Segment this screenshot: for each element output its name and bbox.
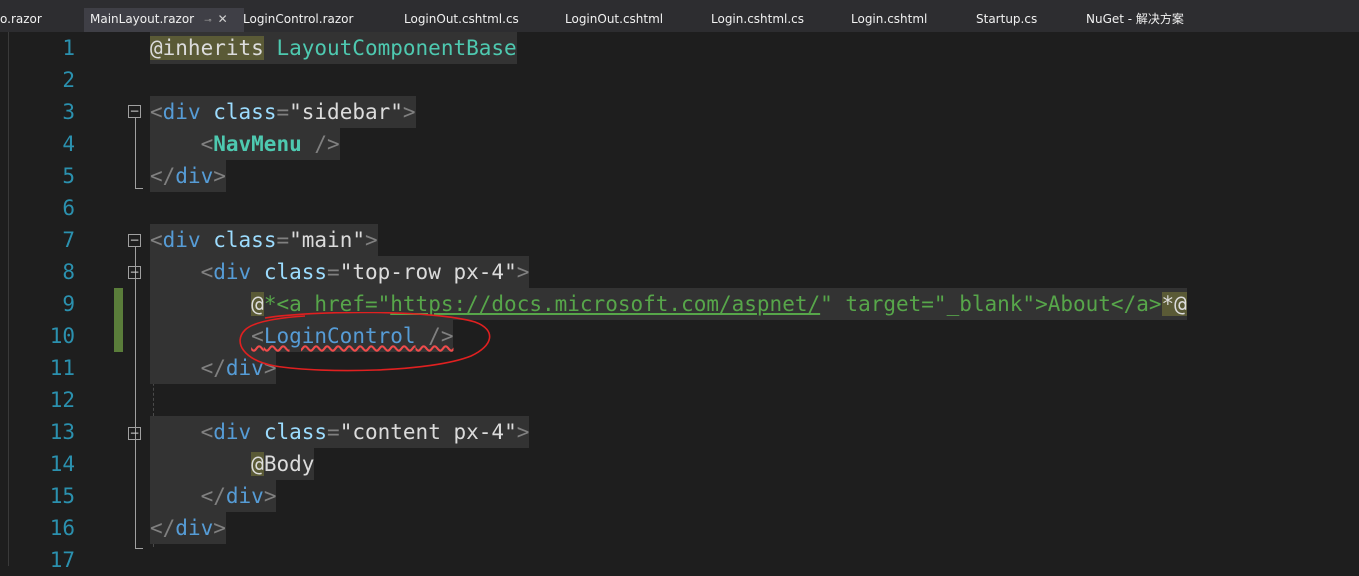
code-line-11: 11 </div> [0,352,1359,384]
code-text: @Body [150,448,315,480]
tab-label: MainLayout.razor [90,12,195,26]
tab-login-cshtml-cs[interactable]: Login.cshtml.cs [711,0,804,32]
tab-mainlayout-razor[interactable]: MainLayout.razor ⊸ ✕ [84,8,244,32]
tab-label: NuGet - 解决方案 [1086,12,1184,26]
line-number: 3 [62,100,75,124]
code-line-12: 12 [0,384,1359,416]
tab-logincontrol-razor[interactable]: LoginControl.razor [243,0,353,32]
tab-nuget-solution[interactable]: NuGet - 解决方案 [1086,0,1184,32]
code-line-1: 1 @inherits LayoutComponentBase [0,32,1359,64]
line-number: 1 [62,36,75,60]
code-text: <div class="content px-4"> [150,416,530,448]
code-line-4: 4 <NavMenu /> [0,128,1359,160]
code-line-9: 9 @*<a href="https://docs.microsoft.com/… [0,288,1359,320]
tab-loginout-cshtml[interactable]: LoginOut.cshtml [565,0,663,32]
tab-login-cshtml[interactable]: Login.cshtml [851,0,927,32]
tab-label: o.razor [0,12,42,26]
pin-icon[interactable]: ⊸ [204,10,212,32]
tab-bar: o.razor MainLayout.razor ⊸ ✕ LoginControl.… [0,0,1359,32]
tab-startup-cs[interactable]: Startup.cs [976,0,1037,32]
tab-label: Login.cshtml [851,12,928,26]
line-number: 10 [49,324,75,348]
code-text: </div> [150,480,277,512]
code-line-8: 8 <div class="top-row px-4"> [0,256,1359,288]
line-number: 11 [49,356,75,380]
line-number: 9 [62,292,75,316]
line-number: 5 [62,164,75,188]
code-line-16: 16 </div> [0,512,1359,544]
code-line-17: 17 [0,544,1359,576]
code-line-5: 5 </div> [0,160,1359,192]
code-line-13: 13 <div class="content px-4"> [0,416,1359,448]
code-editor[interactable]: − − − − 1 @inherits LayoutComponentBase … [0,32,1359,572]
tab-label: LoginControl.razor [243,12,354,26]
code-line-2: 2 [0,64,1359,96]
line-number: 2 [62,68,75,92]
line-number: 7 [62,228,75,252]
line-number: 8 [62,260,75,284]
line-number: 13 [49,420,75,444]
tab-o-razor[interactable]: o.razor [0,0,42,32]
code-text: <div class="main"> [150,224,378,256]
tab-label: LoginOut.cshtml [565,12,664,26]
code-line-15: 15 </div> [0,480,1359,512]
line-number: 14 [49,452,75,476]
code-text: <div class="top-row px-4"> [150,256,530,288]
tab-label: Login.cshtml.cs [711,12,805,26]
line-number: 4 [62,132,75,156]
line-number: 12 [49,388,75,412]
line-number: 15 [49,484,75,508]
code-text: </div> [150,512,226,544]
line-number: 16 [49,516,75,540]
line-number: 17 [49,548,75,572]
code-line-3: 3 <div class="sidebar"> [0,96,1359,128]
close-icon[interactable]: ✕ [218,8,228,30]
code-line-6: 6 [0,192,1359,224]
line-number: 6 [62,196,75,220]
tab-loginout-cshtml-cs[interactable]: LoginOut.cshtml.cs [404,0,519,32]
code-text: <div class="sidebar"> [150,96,416,128]
tab-label: LoginOut.cshtml.cs [404,12,519,26]
code-line-14: 14 @Body [0,448,1359,480]
annotation-ellipse [239,312,491,372]
tab-label: Startup.cs [976,12,1038,26]
code-line-7: 7 <div class="main"> [0,224,1359,256]
code-line-10: 10 <LoginControl /> [0,320,1359,352]
code-text: </div> [150,160,226,192]
code-text: @inherits LayoutComponentBase [150,32,517,64]
code-text: <NavMenu /> [150,128,340,160]
